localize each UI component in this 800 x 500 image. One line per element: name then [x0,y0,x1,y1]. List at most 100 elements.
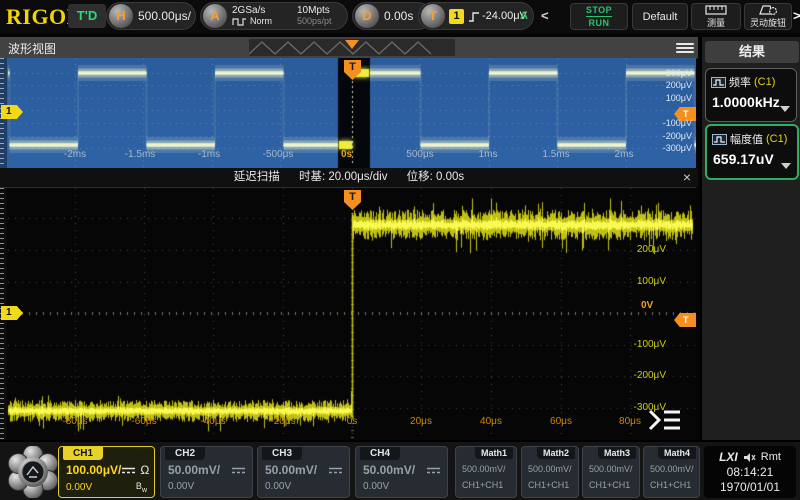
main-time-label: -80μs [62,416,87,427]
channel-scale: 50.00mV/ [363,463,415,477]
channel-scale: 100.00μV/ [66,463,121,477]
math-block-math4[interactable]: Math4500.00mV/CH1+CH1 [643,446,700,498]
horizontal-scale-value: 500.00μs/ [138,9,191,23]
main-time-label: 0s [347,416,358,427]
delay-sweep-bar: 延迟扫描 时基: 20.00μs/div 位移: 0.00s × [0,168,698,187]
navigation-knob-icon[interactable] [7,446,59,498]
chevron-down-icon[interactable] [781,163,791,169]
bandwidth-limit-label: Bw [136,481,147,494]
acquire-button[interactable]: A 2GSa/s Norm 10Mpts 500ps/pt [200,2,348,30]
result-source: (C1) [754,76,775,88]
main-waveform-panel: 1 T T 0V -80μs-60μs-40μs-20μs0s20μs40μs6… [0,187,696,441]
channel-offset: 0.00V [265,481,291,492]
horizontal-scale-button[interactable]: H 500.00μs/ [106,2,196,30]
main-volt-label: 200μV [637,244,666,255]
waveform-view-header: 波形视图 [0,37,698,59]
chevron-down-icon[interactable] [780,106,790,112]
main-volt-label: -200μV [634,370,666,381]
math-scale: 500.00mV/ [462,464,506,474]
math-block-math3[interactable]: Math3 500.00mV/CH1+CH1 [582,446,640,498]
trigger-button[interactable]: T 1 -24.00μV A [418,2,534,30]
math-tab: Math1 [475,447,513,459]
dc-coupling-icon [121,466,136,475]
close-icon[interactable]: × [678,168,696,187]
channel-tab: CH2 [165,447,205,460]
system-time: 08:14:21 [727,465,774,479]
result-source: (C1) [766,133,787,145]
stop-label: STOP [586,5,612,16]
square-wave-icon [232,17,247,26]
math-scale: 500.00mV/ [650,464,694,474]
math-tab: Math3 [598,447,636,459]
overview-volt-label: -300μV [663,143,692,153]
toolbar-scroll-right[interactable]: > [793,8,800,23]
run-stop-button[interactable]: STOP RUN [570,3,628,30]
overview-volt-label: -200μV [663,131,692,141]
memory-depth: 10Mpts [297,5,332,16]
overview-time-label: -2ms [64,149,86,160]
math-expression: CH1+CH1 [589,480,630,490]
math-scale: 500.00mV/ [589,464,633,474]
sample-rate: 2GSa/s [232,5,272,16]
result-value: 659.17uV [713,151,774,167]
waveform-view-title: 波形视图 [8,40,56,57]
measure-button[interactable]: 测量 [691,3,741,30]
main-time-label: 20μs [410,416,432,427]
result-item-header: 频率(C1) [711,74,775,90]
channel-tab: CH4 [360,447,400,460]
zoom-window-time-label: 0s [341,149,352,160]
ruler-icon [705,5,727,15]
channel-block-ch3[interactable]: CH350.00mV/0.00V [257,446,350,498]
channel-block-ch1[interactable]: CH1100.00μV/Ω0.00VBw [58,446,155,498]
trigger-status-badge: T'D [68,4,106,28]
channel-offset-row: 0.00V [265,481,342,492]
bottom-status-bar: CH1100.00μV/Ω0.00VBwCH250.00mV/0.00VCH35… [0,440,800,500]
math-block-math1[interactable]: Math1 500.00mV/CH1+CH1 [455,446,517,498]
channel-offset: 0.00V [363,481,389,492]
memory-position-strip[interactable] [249,39,455,56]
remote-label: Rmt [761,451,781,463]
toolbar-scroll-left[interactable]: < [541,8,549,23]
channel-tab: CH1 [63,447,103,460]
channel-scale-row: 100.00μV/Ω [66,463,148,477]
channel-scale: 50.00mV/ [168,463,220,477]
channel-offset: 0.00V [168,481,194,492]
dc-coupling-icon [328,466,343,475]
result-item-header: 幅度值(C1) [712,131,787,147]
rising-edge-icon [468,11,480,23]
result-item-2[interactable]: 幅度值(C1) 659.17uV [705,124,799,180]
default-button[interactable]: Default [632,3,688,30]
delay-sweep-title: 延迟扫描 [234,171,280,183]
quick-menu-icon[interactable] [646,408,684,432]
impedance-label: Ω [140,463,149,477]
horizontal-key-icon: H [109,4,133,28]
menu-icon[interactable] [676,41,694,55]
result-name: 频率 [729,74,751,90]
channel-block-ch2[interactable]: CH2 50.00mV/0.00V [160,446,253,498]
system-status-block[interactable]: LXI Rmt 08:14:21 1970/01/01 [704,446,796,498]
main-time-label: 80μs [619,416,641,427]
channel-block-ch4[interactable]: CH4 50.00mV/0.00V [355,446,448,498]
math-scale: 500.00mV/ [528,464,572,474]
overview-time-label: -1ms [198,149,220,160]
overview-time-label: 1ms [479,149,498,160]
trigger-source-badge: 1 [449,9,464,24]
acquire-mode: Norm [250,16,272,27]
main-time-label: 60μs [550,416,572,427]
delay-sweep-offset: 位移: 0.00s [407,171,465,183]
delay-sweep-timebase: 时基: 20.00μs/div [299,171,387,183]
flex-knob-button-label: 灵动旋钮 [750,16,786,29]
oscilloscope-screen: RIGOL T'D H 500.00μs/ A 2GSa/s Norm 10Mp… [0,0,800,500]
acquire-depth-res: 10Mpts 500ps/pt [297,5,332,27]
channel-tab: CH3 [262,447,302,460]
result-name: 幅度值 [730,131,763,147]
zero-volt-label: 0V [641,300,653,311]
main-time-label: 40μs [480,416,502,427]
result-item-1[interactable]: 频率(C1)1.0000kHz [705,68,797,122]
overview-volt-label: 300μV [666,68,692,78]
flex-knob-button[interactable]: 灵动旋钮 [744,3,792,30]
math-block-math2[interactable]: Math2500.00mV/CH1+CH1 [521,446,579,498]
sample-resolution: 500ps/pt [297,16,332,27]
math-expression: CH1+CH1 [462,480,503,490]
main-volt-label: -100μV [634,339,666,350]
